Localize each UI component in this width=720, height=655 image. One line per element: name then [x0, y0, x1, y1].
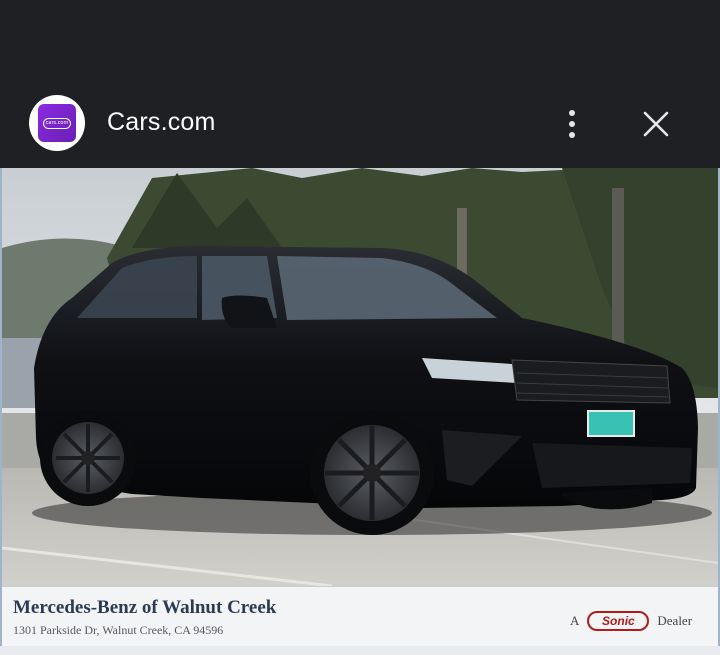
dealer-affiliation: A Sonic Dealer	[570, 611, 692, 631]
dealer-banner: Mercedes-Benz of Walnut Creek 1301 Parks…	[2, 586, 718, 647]
site-logo[interactable]: cars.com	[29, 95, 85, 151]
dealer-name: Mercedes-Benz of Walnut Creek	[13, 597, 277, 618]
close-button[interactable]	[637, 104, 675, 144]
bottom-edge	[0, 646, 720, 655]
vehicle-photo	[2, 168, 718, 586]
close-icon	[643, 111, 669, 137]
dealer-prefix: A	[570, 613, 580, 628]
listing-photo[interactable]: Mercedes-Benz of Walnut Creek 1301 Parks…	[0, 168, 720, 655]
dealer-suffix: Dealer	[657, 613, 693, 628]
dealer-address: 1301 Parkside Dr, Walnut Creek, CA 94596	[13, 623, 224, 637]
more-options-button[interactable]	[556, 104, 588, 144]
cars-com-logo-icon: cars.com	[38, 104, 76, 142]
site-name: Cars.com	[107, 108, 216, 136]
status-bar	[0, 0, 720, 80]
sonic-logo: Sonic	[587, 611, 650, 631]
more-vert-icon	[569, 110, 575, 116]
logo-text: cars.com	[43, 117, 71, 129]
preview-header: cars.com Cars.com	[0, 80, 720, 168]
